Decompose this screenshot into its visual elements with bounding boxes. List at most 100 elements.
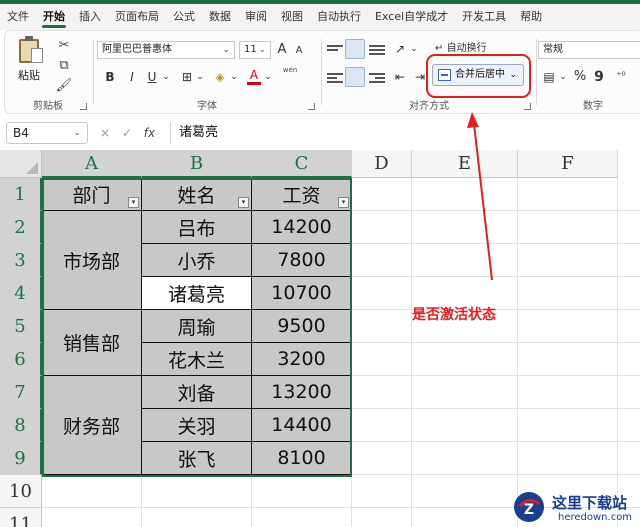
- tab-automate[interactable]: 自动执行: [310, 4, 368, 30]
- name-cell[interactable]: 吕布: [142, 211, 252, 244]
- comma-style-button[interactable]: 9: [592, 67, 606, 87]
- header-cell[interactable]: 姓名 ▾: [142, 178, 252, 211]
- fill-color-icon[interactable]: ◈: [211, 67, 229, 87]
- tab-review[interactable]: 审阅: [238, 4, 274, 30]
- salary-cell[interactable]: 14200: [252, 211, 352, 244]
- row-header-2[interactable]: 2: [0, 211, 42, 244]
- tab-developer[interactable]: 开发工具: [455, 4, 513, 30]
- chevron-down-icon: ⌄: [222, 45, 230, 55]
- row-header-11[interactable]: 11: [0, 508, 42, 527]
- row-header-1[interactable]: 1: [0, 178, 42, 211]
- middle-align-button[interactable]: [345, 39, 365, 59]
- chevron-down-icon[interactable]: ⌄: [195, 67, 205, 87]
- copy-icon[interactable]: ⧉: [55, 57, 73, 75]
- filter-dropdown-icon[interactable]: ▾: [128, 197, 139, 208]
- salary-cell[interactable]: 10700: [252, 277, 352, 310]
- font-size-select[interactable]: 11 ⌄: [239, 41, 271, 59]
- italic-button[interactable]: I: [125, 67, 139, 87]
- active-cell-b4[interactable]: 诸葛亮: [142, 277, 252, 310]
- name-cell[interactable]: 张飞: [142, 442, 252, 475]
- chevron-down-icon[interactable]: ⌄: [229, 67, 239, 87]
- salary-cell[interactable]: 14400: [252, 409, 352, 442]
- tab-home[interactable]: 开始: [36, 4, 72, 30]
- department-cell[interactable]: 财务部: [42, 376, 142, 475]
- tab-file[interactable]: 文件: [0, 4, 36, 30]
- bottom-align-icon[interactable]: [369, 43, 385, 57]
- decrease-indent-icon[interactable]: ⇤: [391, 67, 409, 87]
- column-header-d[interactable]: D: [352, 150, 412, 178]
- alignment-launcher-icon[interactable]: [524, 103, 531, 110]
- column-header-c[interactable]: C: [252, 150, 352, 178]
- cancel-icon[interactable]: ×: [100, 122, 110, 144]
- grow-font-button[interactable]: A: [275, 40, 289, 60]
- row-header-8[interactable]: 8: [0, 409, 42, 442]
- top-align-icon[interactable]: [327, 43, 343, 57]
- name-cell[interactable]: 花木兰: [142, 343, 252, 376]
- salary-cell[interactable]: 9500: [252, 310, 352, 343]
- chevron-down-icon[interactable]: ⌄: [161, 67, 171, 87]
- tab-data[interactable]: 数据: [202, 4, 238, 30]
- salary-cell[interactable]: 8100: [252, 442, 352, 475]
- confirm-icon[interactable]: ✓: [122, 122, 132, 144]
- row-header-6[interactable]: 6: [0, 343, 42, 376]
- row-header-7[interactable]: 7: [0, 376, 42, 409]
- format-painter-icon[interactable]: 🖌: [55, 77, 73, 95]
- tab-page-layout[interactable]: 页面布局: [108, 4, 166, 30]
- percent-button[interactable]: %: [572, 67, 588, 87]
- chevron-down-icon[interactable]: ⌄: [409, 39, 419, 59]
- row-header-10[interactable]: 10: [0, 475, 42, 508]
- tab-view[interactable]: 视图: [274, 4, 310, 30]
- worksheet-grid[interactable]: A B C D E F 1 2 3 4 5 6 7 8 9 10 11 部门 ▾ 姓名 ▾ 工资 ▾ 市场部 销售部 财务部 吕布 1…: [0, 150, 640, 527]
- clipboard-launcher-icon[interactable]: [80, 103, 87, 110]
- borders-icon[interactable]: ⊞: [179, 67, 195, 87]
- currency-icon[interactable]: ▤: [540, 67, 558, 87]
- name-cell[interactable]: 小乔: [142, 244, 252, 277]
- bold-button[interactable]: B: [103, 67, 117, 87]
- orientation-icon[interactable]: ↗: [391, 39, 409, 59]
- insert-function-icon[interactable]: fx: [144, 122, 155, 144]
- name-cell[interactable]: 周瑜: [142, 310, 252, 343]
- tab-formulas[interactable]: 公式: [166, 4, 202, 30]
- filter-dropdown-icon[interactable]: ▾: [338, 197, 349, 208]
- column-header-f[interactable]: F: [518, 150, 618, 178]
- row-header-5[interactable]: 5: [0, 310, 42, 343]
- font-launcher-icon[interactable]: [308, 103, 315, 110]
- tab-excel-self-study[interactable]: Excel自学成才: [368, 4, 455, 30]
- cut-icon[interactable]: ✂: [55, 37, 73, 55]
- name-cell[interactable]: 刘备: [142, 376, 252, 409]
- row-header-3[interactable]: 3: [0, 244, 42, 277]
- shrink-font-button[interactable]: A: [293, 41, 305, 61]
- align-right-icon[interactable]: [369, 71, 385, 85]
- tab-help[interactable]: 帮助: [513, 4, 549, 30]
- header-cell[interactable]: 工资 ▾: [252, 178, 352, 211]
- chevron-down-icon[interactable]: ⌄: [558, 67, 568, 87]
- align-center-button[interactable]: [345, 67, 365, 87]
- column-header-a[interactable]: A: [42, 150, 142, 178]
- filter-dropdown-icon[interactable]: ▾: [238, 197, 249, 208]
- align-left-icon[interactable]: [327, 71, 343, 85]
- header-cell[interactable]: 部门 ▾: [42, 178, 142, 211]
- underline-button[interactable]: U: [145, 67, 159, 87]
- header-cell-text: 工资: [282, 184, 321, 207]
- tab-insert[interactable]: 插入: [72, 4, 108, 30]
- paste-button[interactable]: 粘贴: [15, 36, 43, 89]
- phonetic-guide-button[interactable]: wén: [279, 65, 301, 85]
- column-header-b[interactable]: B: [142, 150, 252, 178]
- row-header-4[interactable]: 4: [0, 277, 42, 310]
- font-color-button[interactable]: A: [247, 67, 261, 85]
- formula-input[interactable]: 诸葛亮: [170, 122, 640, 144]
- salary-cell[interactable]: 7800: [252, 244, 352, 277]
- column-header-e[interactable]: E: [412, 150, 518, 178]
- department-cell[interactable]: 市场部: [42, 211, 142, 310]
- chevron-down-icon[interactable]: ⌄: [263, 67, 273, 87]
- name-cell[interactable]: 关羽: [142, 409, 252, 442]
- number-format-select[interactable]: 常规: [538, 41, 640, 59]
- salary-cell[interactable]: 13200: [252, 376, 352, 409]
- select-all-corner[interactable]: [0, 150, 42, 178]
- name-box[interactable]: B4 ⌄: [6, 122, 88, 144]
- row-header-9[interactable]: 9: [0, 442, 42, 475]
- increase-decimal-icon[interactable]: ⁺⁰: [612, 67, 630, 87]
- font-name-select[interactable]: 阿里巴巴普惠体 ⌄: [97, 41, 235, 59]
- department-cell[interactable]: 销售部: [42, 310, 142, 376]
- salary-cell[interactable]: 3200: [252, 343, 352, 376]
